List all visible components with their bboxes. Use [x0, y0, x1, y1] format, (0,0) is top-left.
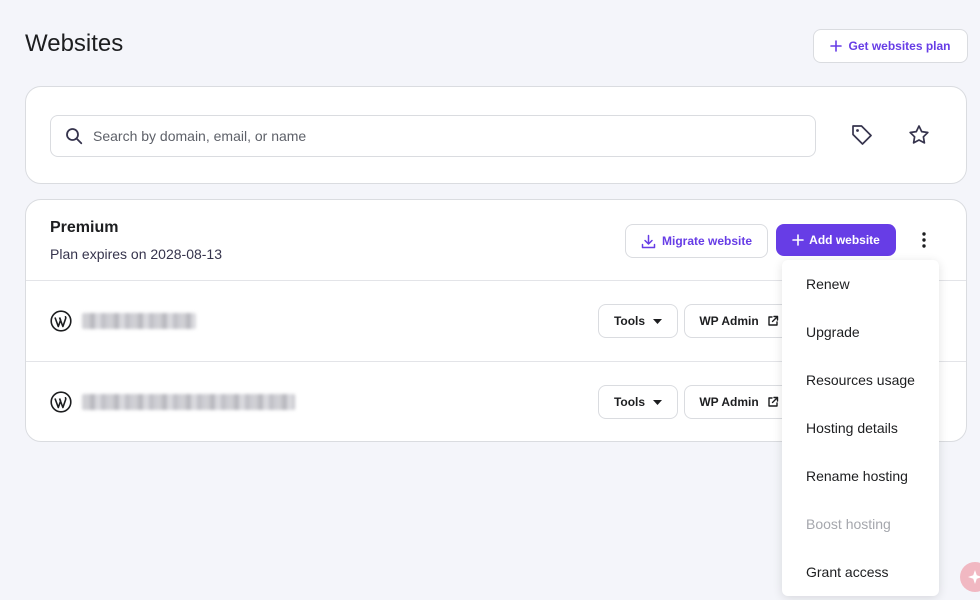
caret-down-icon	[653, 399, 663, 405]
star-icon	[909, 125, 929, 144]
wordpress-icon	[50, 391, 72, 413]
website-domain-redacted	[82, 394, 295, 410]
wp-admin-label: WP Admin	[699, 314, 759, 328]
menu-item-upgrade[interactable]: Upgrade	[782, 308, 939, 356]
migrate-website-label: Migrate website	[661, 234, 753, 248]
plan-expiry: Plan expires on 2028-08-13	[50, 246, 223, 262]
menu-item-rename-hosting[interactable]: Rename hosting	[782, 452, 939, 500]
plus-icon	[830, 40, 843, 52]
tools-dropdown-button[interactable]: Tools	[598, 385, 678, 419]
search-input[interactable]	[93, 128, 773, 144]
tag-filter-button[interactable]	[846, 119, 878, 151]
menu-item-hosting-details[interactable]: Hosting details	[782, 404, 939, 452]
more-options-button[interactable]	[910, 224, 938, 256]
favorites-button[interactable]	[903, 119, 935, 151]
menu-item-boost-hosting: Boost hosting	[806, 516, 891, 532]
get-websites-plan-label: Get websites plan	[848, 39, 951, 53]
search-card	[25, 86, 967, 184]
caret-down-icon	[653, 318, 663, 324]
wp-admin-button[interactable]: WP Admin	[684, 385, 794, 419]
external-link-icon	[767, 315, 778, 326]
wp-admin-label: WP Admin	[699, 395, 759, 409]
plus-icon	[792, 234, 804, 246]
tag-icon	[852, 125, 872, 145]
search-icon	[66, 128, 83, 145]
get-websites-plan-button[interactable]: Get websites plan	[813, 29, 968, 63]
add-website-button[interactable]: Add website	[776, 224, 896, 256]
page-title: Websites	[25, 30, 124, 57]
plan-name: Premium	[50, 219, 119, 236]
chat-assistant-button[interactable]	[960, 562, 980, 592]
wordpress-icon	[50, 310, 72, 332]
tools-dropdown-button[interactable]: Tools	[598, 304, 678, 338]
wp-admin-button[interactable]: WP Admin	[684, 304, 794, 338]
website-domain-redacted	[82, 313, 196, 329]
tools-label: Tools	[613, 395, 646, 409]
menu-item-grant-access[interactable]: Grant access	[782, 548, 939, 596]
tools-label: Tools	[613, 314, 646, 328]
search-box[interactable]	[50, 115, 816, 157]
sparkle-icon	[968, 570, 980, 584]
plan-options-menu: Renew Upgrade Resources usage Hosting de…	[782, 260, 939, 596]
menu-item-resources-usage[interactable]: Resources usage	[782, 356, 939, 404]
download-icon	[641, 234, 656, 248]
add-website-label: Add website	[809, 233, 880, 247]
migrate-website-button[interactable]: Migrate website	[625, 224, 768, 258]
menu-item-renew[interactable]: Renew	[782, 260, 939, 308]
kebab-menu-icon	[922, 232, 926, 248]
external-link-icon	[767, 396, 778, 407]
